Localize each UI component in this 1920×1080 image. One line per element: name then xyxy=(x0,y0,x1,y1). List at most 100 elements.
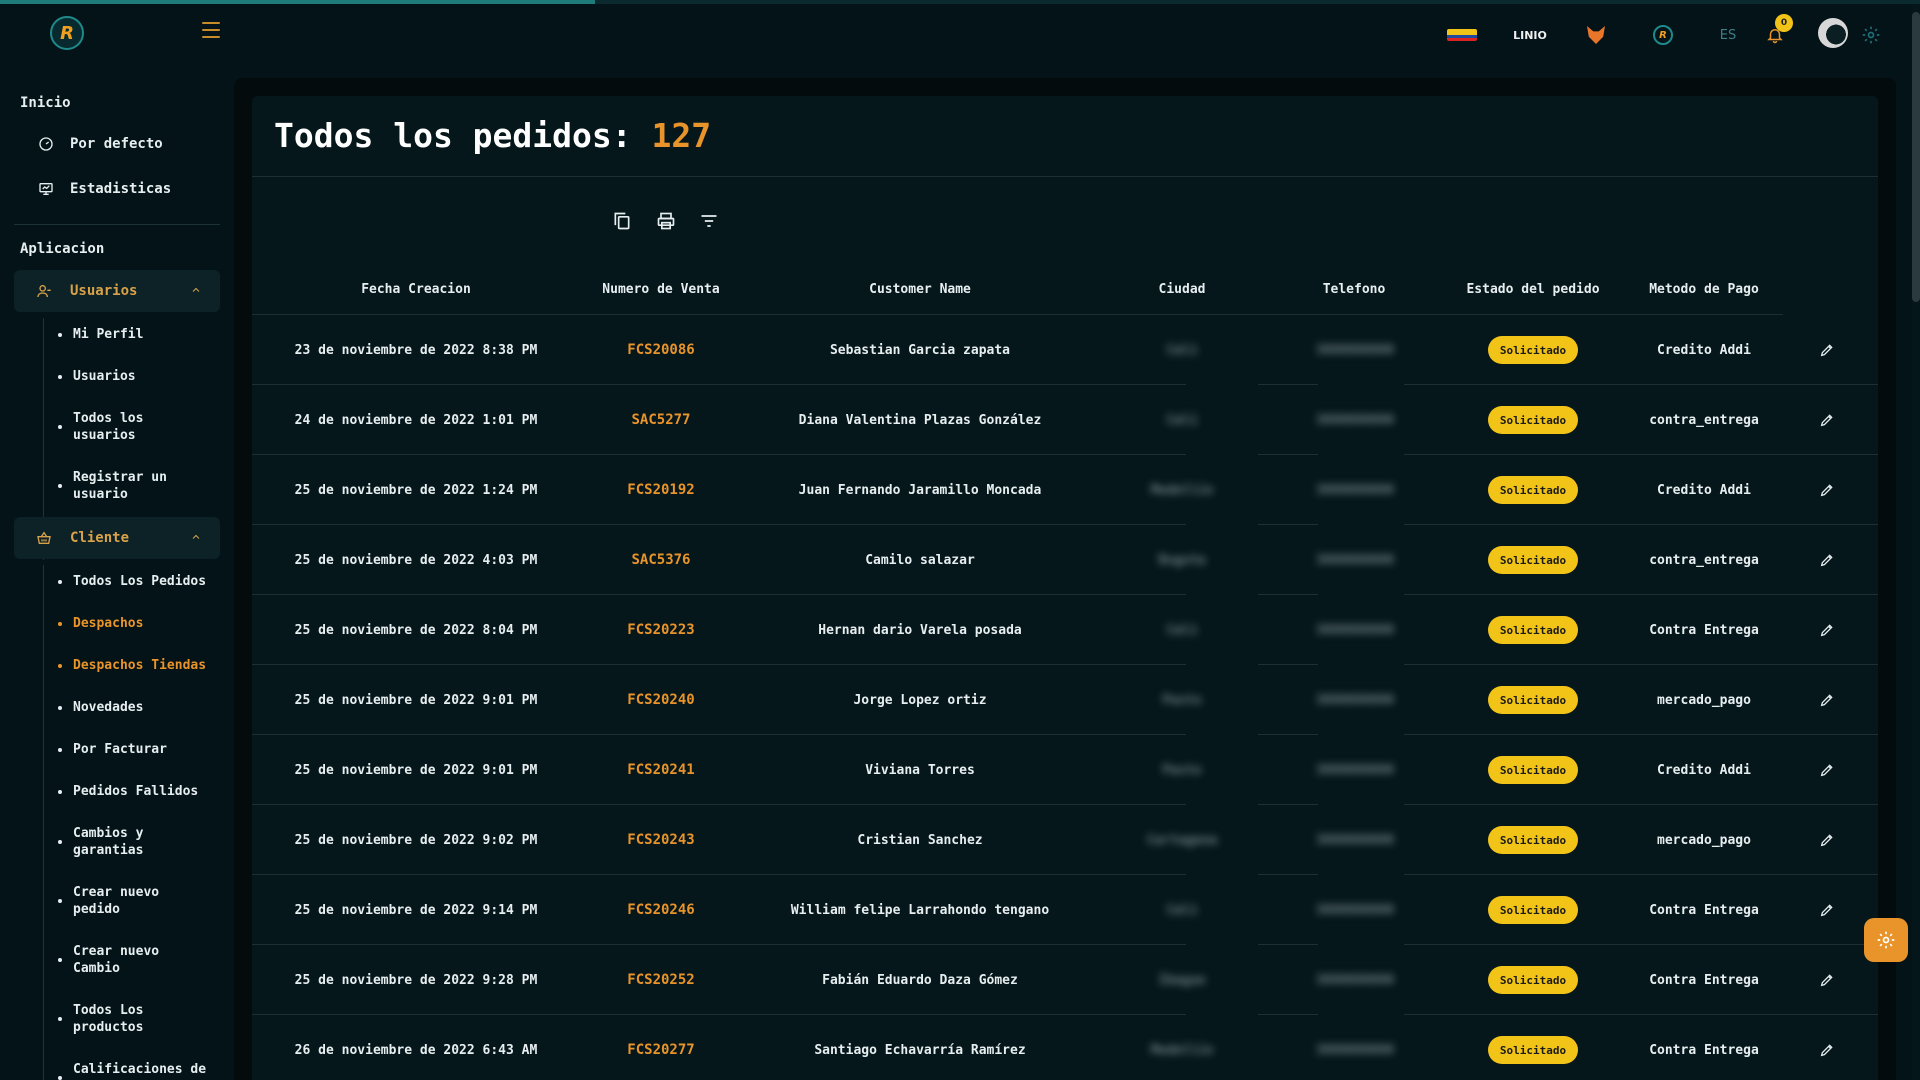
cell-ciudad-text: Cali xyxy=(1166,342,1198,358)
cell-customer-name-text: Santiago Echavarría Ramírez xyxy=(814,1042,1026,1058)
table-row[interactable]: 25 de noviembre de 2022 8:04 PM FCS20223 H… xyxy=(252,595,1878,665)
sidebar-item-label: Despachos xyxy=(73,616,144,631)
edit-button[interactable] xyxy=(1812,525,1842,595)
cell-numero-venta[interactable]: FCS20241 xyxy=(586,735,736,805)
print-button[interactable] xyxy=(655,210,677,232)
cell-numero-venta-text: FCS20277 xyxy=(627,1042,695,1058)
cell-numero-venta[interactable]: FCS20086 xyxy=(586,315,736,385)
fox-icon[interactable] xyxy=(1586,22,1606,48)
edit-button[interactable] xyxy=(1812,875,1842,945)
cell-estado: Solicitado xyxy=(1488,1015,1578,1080)
sidebar-item-mi-perfil[interactable]: Mi Perfil xyxy=(58,326,218,343)
cell-customer-name: Jorge Lopez ortiz xyxy=(770,665,1070,735)
edit-button[interactable] xyxy=(1812,595,1842,665)
sidebar-item-novedades[interactable]: Novedades xyxy=(58,699,218,716)
cell-numero-venta[interactable]: SAC5376 xyxy=(586,525,736,595)
cell-fecha-text: 25 de noviembre de 2022 1:24 PM xyxy=(294,482,538,498)
sidebar-item-todos-los-usuarios[interactable]: Todos los usuarios xyxy=(58,410,178,444)
basket-icon xyxy=(37,531,51,544)
sidebar-item-pedidos-fallidos[interactable]: Pedidos Fallidos xyxy=(58,783,218,800)
sidebar-item-estadisticas[interactable]: Estadisticas xyxy=(38,181,171,197)
cell-metodo-pago-text: Credito Addi xyxy=(1657,482,1751,498)
sidebar-item-registrar-un-usuario[interactable]: Registrar un usuario xyxy=(58,469,178,503)
table-row[interactable]: 23 de noviembre de 2022 8:38 PM FCS20086 S… xyxy=(252,315,1878,385)
pencil-icon xyxy=(1820,414,1833,427)
column-header-estado[interactable]: Estado del pedido xyxy=(1448,282,1618,297)
column-header-telefono[interactable]: Telefono xyxy=(1304,282,1404,297)
user-avatar[interactable] xyxy=(1818,18,1848,48)
sidebar-item-calificaciones[interactable]: Calificaciones de xyxy=(58,1061,218,1080)
sidebar-item-label: Despachos Tiendas xyxy=(73,658,207,673)
edit-button[interactable] xyxy=(1812,665,1842,735)
pencil-icon xyxy=(1820,694,1833,707)
column-header-metodo-pago[interactable]: Metodo de Pago xyxy=(1634,282,1774,297)
cell-numero-venta[interactable]: FCS20252 xyxy=(586,945,736,1015)
pencil-icon xyxy=(1820,1044,1833,1057)
copy-button[interactable] xyxy=(611,210,633,232)
edit-button[interactable] xyxy=(1812,315,1842,385)
status-badge: Solicitado xyxy=(1488,546,1578,574)
cell-numero-venta[interactable]: SAC5277 xyxy=(586,385,736,455)
column-header-customer-name[interactable]: Customer Name xyxy=(810,282,1030,297)
edit-button[interactable] xyxy=(1812,945,1842,1015)
sidebar-item-por-defecto[interactable]: Por defecto xyxy=(38,136,163,152)
table-row[interactable]: 25 de noviembre de 2022 4:03 PM SAC5376 Ca… xyxy=(252,525,1878,595)
sidebar-group-usuarios[interactable]: Usuarios xyxy=(14,270,220,312)
sidebar-item-cambios-y-garantias[interactable]: Cambios y garantias xyxy=(58,825,178,859)
menu-toggle-icon[interactable] xyxy=(202,22,220,38)
edit-button[interactable] xyxy=(1812,385,1842,455)
language-selector[interactable]: ES xyxy=(1716,22,1740,48)
gear-icon xyxy=(1877,931,1895,949)
table-row[interactable]: 25 de noviembre de 2022 9:28 PM FCS20252 F… xyxy=(252,945,1878,1015)
edit-button[interactable] xyxy=(1812,455,1842,525)
cell-metodo-pago: Credito Addi xyxy=(1634,735,1774,805)
table-row[interactable]: 25 de noviembre de 2022 1:24 PM FCS20192 J… xyxy=(252,455,1878,525)
status-badge: Solicitado xyxy=(1488,1036,1578,1064)
sidebar-item-todos-los-productos[interactable]: Todos Los productos xyxy=(58,1002,178,1036)
cell-ciudad-text: Cali xyxy=(1166,902,1198,918)
filter-button[interactable] xyxy=(698,210,720,232)
table-row[interactable]: 26 de noviembre de 2022 6:43 AM FCS20277 S… xyxy=(252,1015,1878,1080)
edit-button[interactable] xyxy=(1812,735,1842,805)
colombia-flag-icon[interactable] xyxy=(1446,22,1478,48)
table-row[interactable]: 25 de noviembre de 2022 9:01 PM FCS20240 J… xyxy=(252,665,1878,735)
column-header-numero-venta[interactable]: Numero de Venta xyxy=(586,282,736,297)
sidebar-item-label: Novedades xyxy=(73,700,144,715)
column-header-fecha[interactable]: Fecha Creacion xyxy=(326,282,506,297)
cell-numero-venta[interactable]: FCS20277 xyxy=(586,1015,736,1080)
settings-gear-icon[interactable] xyxy=(1860,22,1882,48)
linio-logo-icon[interactable]: LINIO xyxy=(1512,22,1548,48)
scrollbar-thumb[interactable] xyxy=(1912,12,1920,302)
notifications-button[interactable]: 0 xyxy=(1764,14,1793,48)
sidebar-item-despachos-tiendas[interactable]: Despachos Tiendas xyxy=(58,657,218,674)
column-header-ciudad[interactable]: Ciudad xyxy=(1132,282,1232,297)
sidebar-item-todos-los-pedidos[interactable]: Todos Los Pedidos xyxy=(58,573,218,590)
table-row[interactable]: 25 de noviembre de 2022 9:14 PM FCS20246 W… xyxy=(252,875,1878,945)
table-row[interactable]: 25 de noviembre de 2022 9:01 PM FCS20241 V… xyxy=(252,735,1878,805)
cell-numero-venta[interactable]: FCS20192 xyxy=(586,455,736,525)
cell-numero-venta-text: FCS20240 xyxy=(627,692,695,708)
sidebar-item-label: Crear nuevo Cambio xyxy=(73,944,160,976)
cell-numero-venta-text: FCS20223 xyxy=(627,622,695,638)
table-row[interactable]: 25 de noviembre de 2022 9:02 PM FCS20243 C… xyxy=(252,805,1878,875)
sidebar-group-cliente[interactable]: Cliente xyxy=(14,517,220,559)
sidebar-item-crear-nuevo-cambio[interactable]: Crear nuevo Cambio xyxy=(58,943,178,977)
page-scrollbar[interactable] xyxy=(1912,4,1920,1080)
sidebar-item-despachos[interactable]: Despachos xyxy=(58,615,218,632)
edit-button[interactable] xyxy=(1812,805,1842,875)
sidebar-item-por-facturar[interactable]: Por Facturar xyxy=(58,741,218,758)
cell-ciudad-text: Pasto xyxy=(1162,692,1202,708)
theme-settings-button[interactable] xyxy=(1864,918,1908,962)
app-logo[interactable]: R xyxy=(50,16,84,50)
cell-numero-venta[interactable]: FCS20243 xyxy=(586,805,736,875)
edit-button[interactable] xyxy=(1812,1015,1842,1080)
cell-numero-venta[interactable]: FCS20240 xyxy=(586,665,736,735)
cell-numero-venta[interactable]: FCS20246 xyxy=(586,875,736,945)
sidebar-item-usuarios[interactable]: Usuarios xyxy=(58,368,218,385)
brand-mini-logo-icon[interactable]: R xyxy=(1652,22,1674,48)
table-row[interactable]: 24 de noviembre de 2022 1:01 PM SAC5277 Di… xyxy=(252,385,1878,455)
cell-numero-venta[interactable]: FCS20223 xyxy=(586,595,736,665)
sidebar-item-crear-nuevo-pedido[interactable]: Crear nuevo pedido xyxy=(58,884,178,918)
cell-telefono: 3000000000 xyxy=(1310,945,1400,1015)
cell-telefono: 3000000000 xyxy=(1310,385,1400,455)
